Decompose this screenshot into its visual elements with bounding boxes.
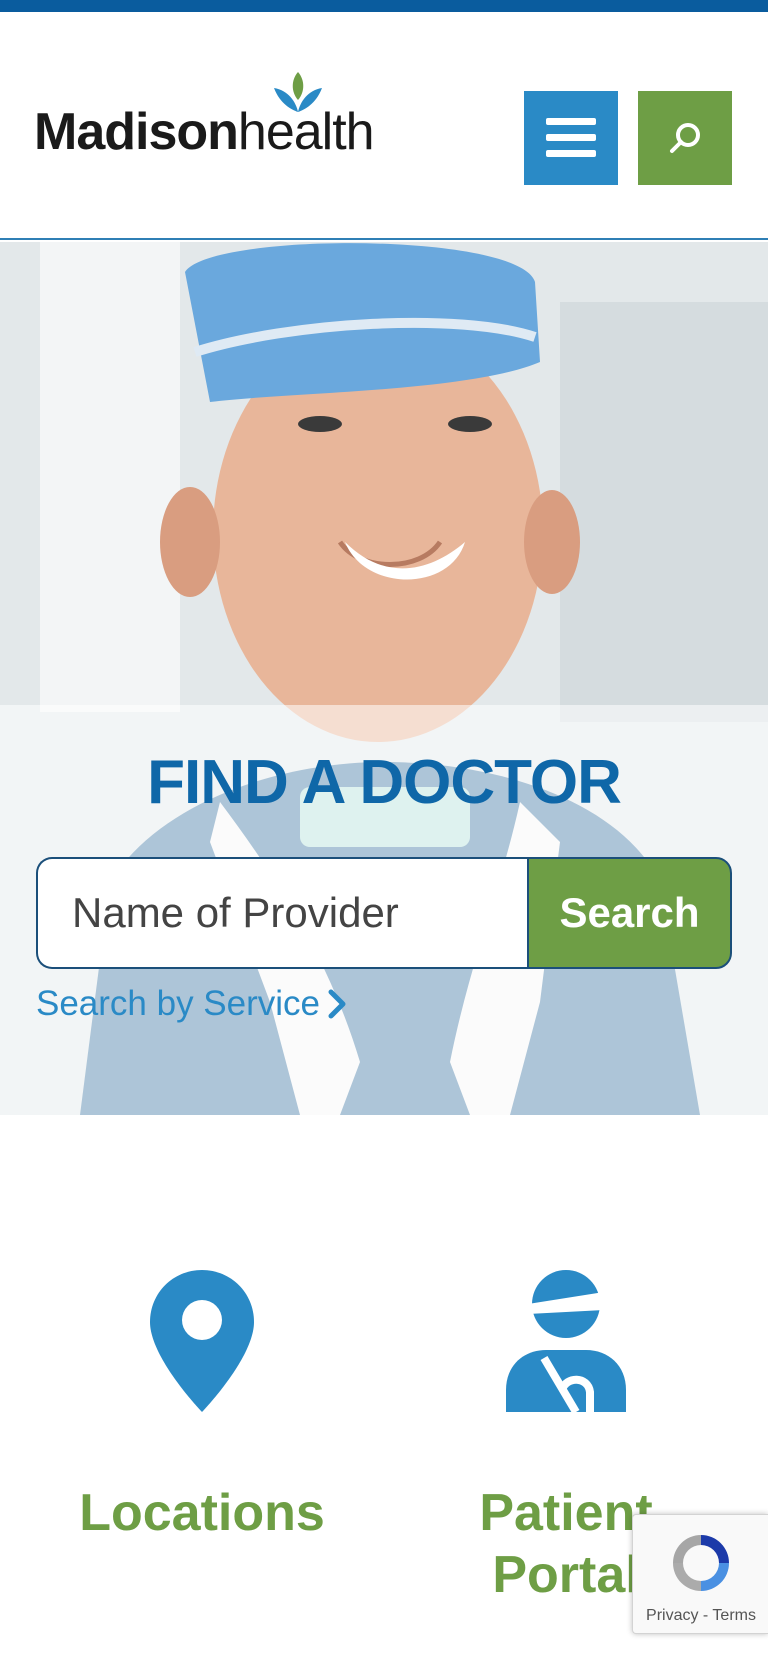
hero-find-a-doctor: FIND A DOCTOR Search Search by Service: [0, 242, 768, 1115]
recaptcha-logo-icon: [673, 1535, 729, 1591]
logo-bold-text: Madison: [34, 103, 239, 161]
recaptcha-terms-text[interactable]: Privacy - Terms: [633, 1607, 768, 1625]
logo-light-text: health: [237, 103, 375, 161]
top-stripe: [0, 0, 768, 12]
header-search-button[interactable]: [638, 91, 732, 185]
hamburger-menu-icon: [546, 118, 596, 157]
locations-label: Locations: [79, 1484, 325, 1542]
site-logo[interactable]: Madisonhealth: [34, 70, 394, 170]
provider-name-input[interactable]: [36, 857, 528, 969]
find-a-doctor-heading: FIND A DOCTOR: [147, 748, 622, 817]
search-by-service-label: Search by Service: [36, 984, 321, 1023]
chevron-right-icon: [328, 989, 346, 1019]
locations-tile[interactable]: Locations: [52, 1270, 352, 1544]
search-icon: [670, 123, 700, 153]
provider-search-button[interactable]: Search: [527, 857, 732, 969]
site-header: Madisonhealth: [0, 12, 768, 240]
map-pin-icon: [150, 1270, 254, 1412]
recaptcha-badge[interactable]: Privacy - Terms: [632, 1514, 768, 1634]
search-by-service-link[interactable]: Search by Service: [36, 984, 346, 1024]
patient-icon: [506, 1270, 626, 1412]
logo-wordmark: Madisonhealth: [34, 103, 375, 161]
menu-button[interactable]: [524, 91, 618, 185]
